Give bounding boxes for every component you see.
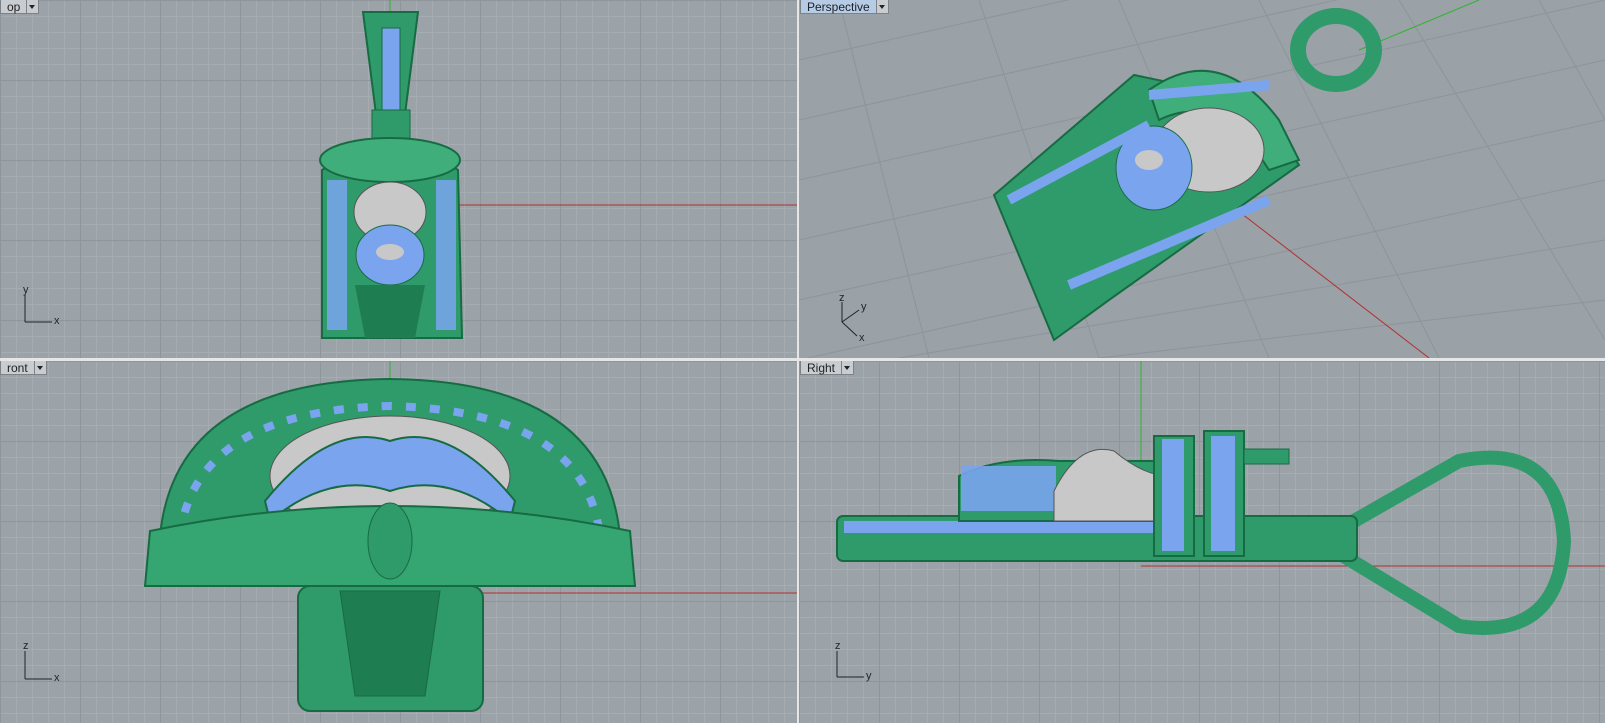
viewport-label-top[interactable]: op — [0, 0, 28, 14]
viewport-right[interactable]: Right z y — [799, 361, 1605, 723]
chevron-down-icon[interactable] — [27, 0, 40, 14]
perspective-view-canvas — [799, 0, 1605, 358]
viewport-label-perspective[interactable]: Perspective — [800, 0, 877, 14]
viewport-tab-top[interactable]: op — [0, 0, 40, 14]
viewport-front[interactable]: ront z x — [0, 361, 797, 723]
right-view-canvas — [836, 361, 1605, 635]
pendant-front-view — [143, 377, 637, 712]
viewport-top[interactable]: op y x — [0, 0, 797, 358]
pendant-top-view — [319, 11, 464, 339]
axis-label-y: y — [861, 301, 867, 313]
top-view-canvas — [319, 0, 797, 339]
pendant-right-view — [836, 430, 1572, 635]
axis-label-x: x — [54, 315, 60, 327]
viewport-perspective[interactable]: Perspective z y x — [799, 0, 1605, 358]
chevron-down-icon[interactable] — [842, 361, 855, 375]
axis-label-y: y — [23, 284, 29, 296]
viewport-splitter-vertical[interactable] — [797, 0, 799, 723]
axis-label-z: z — [835, 640, 841, 652]
viewport-tab-front[interactable]: ront — [0, 361, 47, 375]
chevron-down-icon[interactable] — [34, 361, 47, 375]
viewport-tab-right[interactable]: Right — [800, 361, 855, 375]
viewport-layout: op y x Perspective z y x ront z x Right … — [0, 0, 1605, 723]
axis-label-x: x — [54, 672, 60, 684]
chevron-down-icon[interactable] — [876, 0, 889, 14]
viewport-label-front[interactable]: ront — [0, 361, 35, 375]
axis-label-z: z — [23, 640, 29, 652]
viewport-splitter-horizontal[interactable] — [0, 358, 1605, 361]
axis-label-x: x — [859, 332, 865, 344]
viewport-label-right[interactable]: Right — [800, 361, 843, 375]
front-view-canvas — [143, 361, 797, 712]
axis-label-y: y — [866, 670, 872, 682]
viewport-tab-perspective[interactable]: Perspective — [800, 0, 889, 14]
axis-label-z: z — [839, 292, 845, 304]
